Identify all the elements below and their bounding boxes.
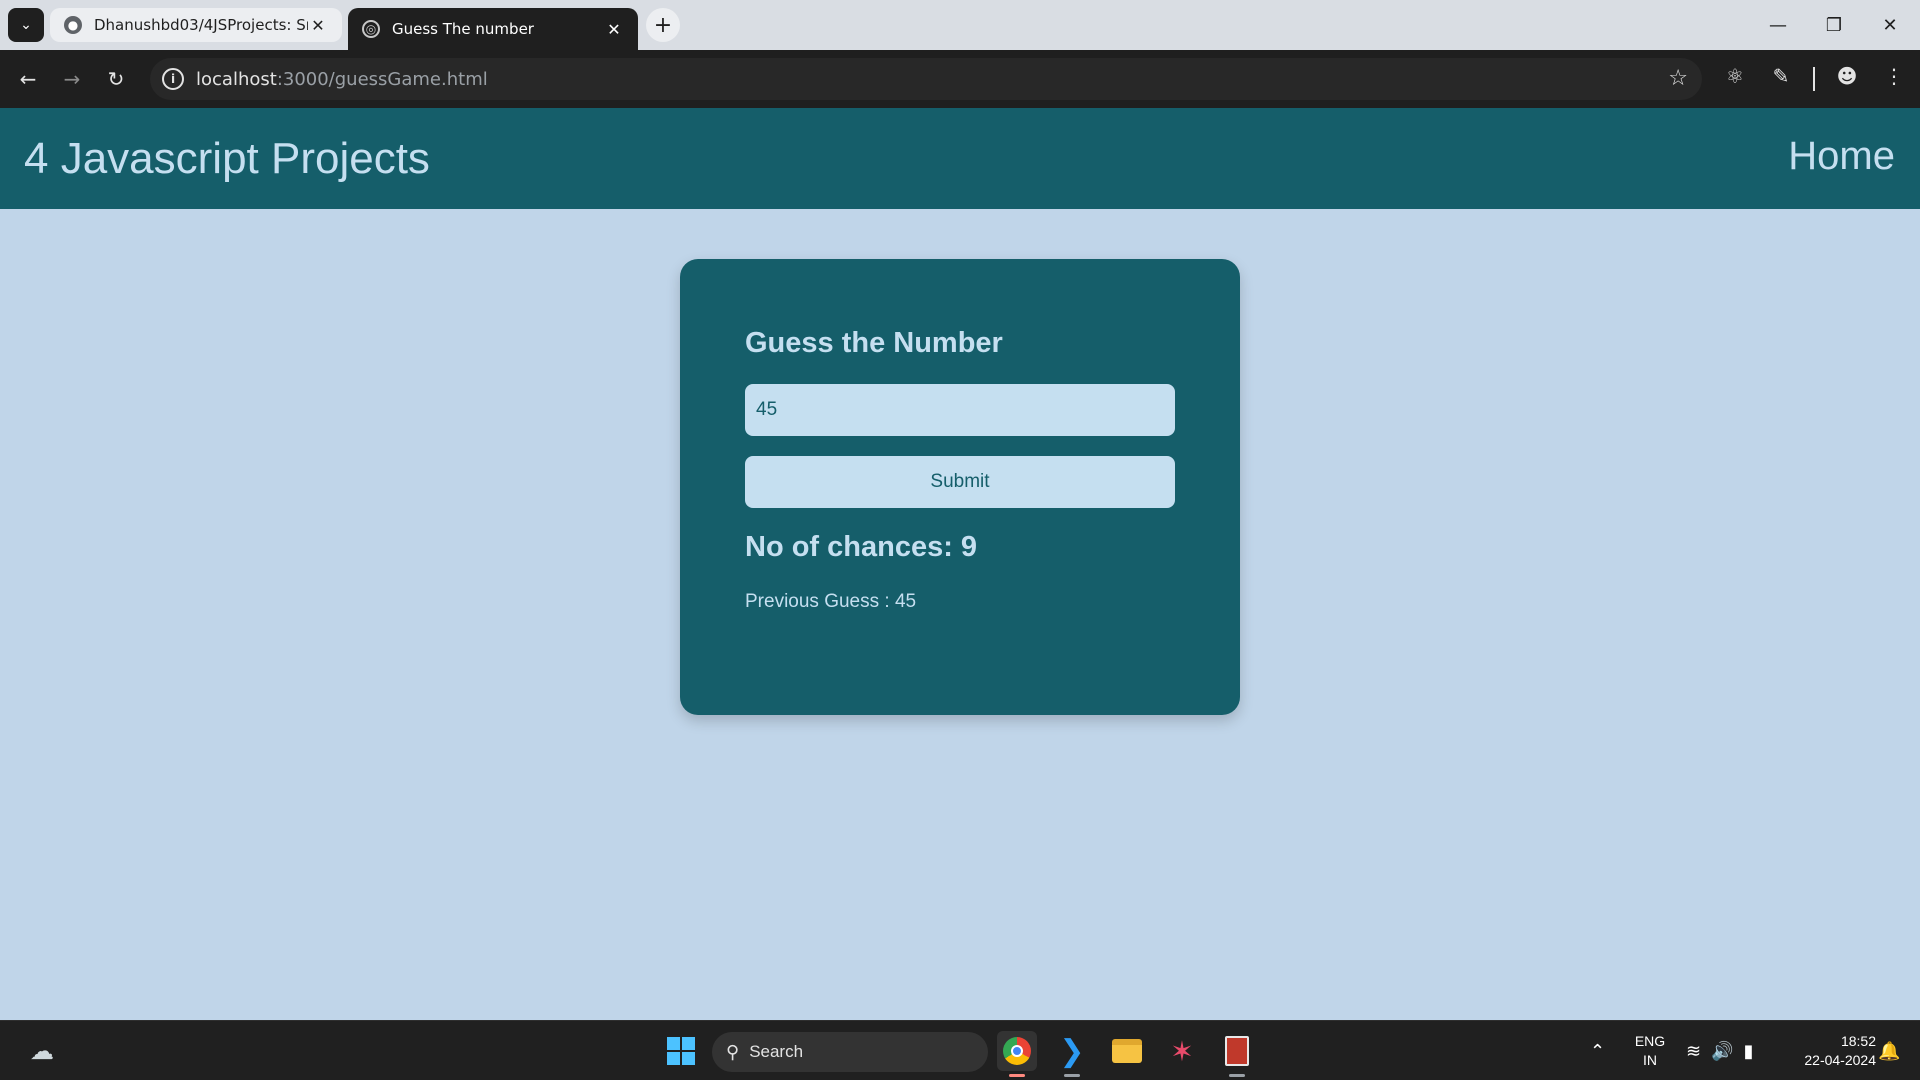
star-app-icon: ✶ xyxy=(1170,1034,1194,1068)
tab-guess-number[interactable]: ◎ Guess The number ✕ xyxy=(348,8,638,50)
tab-github[interactable]: ● Dhanushbd03/4JSProjects: Sm ✕ xyxy=(50,8,342,42)
running-indicator xyxy=(1064,1074,1080,1077)
new-tab-button[interactable]: + xyxy=(646,8,680,42)
running-indicator xyxy=(1009,1074,1025,1077)
taskbar-app-red[interactable] xyxy=(1217,1031,1257,1077)
extensions-icon[interactable]: ✎ xyxy=(1766,64,1796,88)
notification-button[interactable]: 🔔 xyxy=(1878,1021,1900,1080)
taskbar-vscode[interactable]: ❯ xyxy=(1052,1031,1092,1077)
taskbar-file-explorer[interactable] xyxy=(1107,1031,1147,1071)
close-tab-icon[interactable]: ✕ xyxy=(308,16,328,35)
close-tab-icon[interactable]: ✕ xyxy=(604,20,624,39)
lang-top: ENG xyxy=(1634,1033,1666,1049)
reload-button[interactable]: ↻ xyxy=(98,61,134,97)
react-devtools-icon[interactable]: ⚛ xyxy=(1720,64,1750,88)
close-icon: ✕ xyxy=(1882,14,1898,36)
forward-button[interactable]: → xyxy=(54,61,90,97)
clock-date: 22-04-2024 xyxy=(1804,1052,1876,1068)
tab-title: Dhanushbd03/4JSProjects: Sm xyxy=(94,16,308,34)
lang-bottom: IN xyxy=(1643,1052,1657,1068)
submit-button[interactable]: Submit xyxy=(745,456,1175,508)
language-indicator[interactable]: ENG IN xyxy=(1630,1021,1670,1080)
windows-taskbar: ☁ ⚲ Search ❯ ✶ ⌃ ENG IN ≋ 🔊 ▮ 18:52 22-0… xyxy=(0,1020,1920,1080)
taskbar-app-star[interactable]: ✶ xyxy=(1162,1031,1202,1071)
globe-icon: ◎ xyxy=(362,20,380,38)
previous-guess: Previous Guess : 45 xyxy=(745,591,917,612)
clock-time: 18:52 xyxy=(1840,1033,1876,1049)
address-bar[interactable]: i localhost:3000/guessGame.html ☆ xyxy=(150,58,1702,100)
guess-game-card: Guess the Number Submit No of chances: 9… xyxy=(680,259,1240,715)
volume-icon: 🔊 xyxy=(1711,1040,1734,1061)
tab-search-button[interactable]: ⌄ xyxy=(8,8,44,42)
minimize-icon: — xyxy=(1769,14,1787,36)
site-info-icon[interactable]: i xyxy=(162,68,184,90)
close-window-button[interactable]: ✕ xyxy=(1862,0,1918,50)
guess-input[interactable] xyxy=(745,384,1175,436)
site-brand: 4 Javascript Projects xyxy=(24,134,430,183)
profile-icon[interactable]: ☻ xyxy=(1832,64,1862,88)
red-app-icon xyxy=(1225,1036,1249,1066)
chevron-down-icon: ⌄ xyxy=(20,17,32,33)
nav-home-link[interactable]: Home xyxy=(1788,134,1895,179)
bell-icon: 🔔 xyxy=(1878,1040,1901,1061)
taskbar-search[interactable]: ⚲ Search xyxy=(712,1032,988,1072)
browser-tab-strip: ⌄ ● Dhanushbd03/4JSProjects: Sm ✕ ◎ Gues… xyxy=(0,0,1920,50)
windows-logo-icon xyxy=(667,1037,695,1065)
folder-icon xyxy=(1112,1039,1142,1063)
running-indicator xyxy=(1229,1074,1245,1077)
wifi-icon: ≋ xyxy=(1686,1040,1702,1061)
url-text: localhost:3000/guessGame.html xyxy=(196,69,488,90)
reload-icon: ↻ xyxy=(107,67,125,91)
site-navbar: 4 Javascript Projects Home xyxy=(0,108,1920,209)
bookmark-star-icon[interactable]: ☆ xyxy=(1668,66,1688,91)
toolbar-separator xyxy=(1813,67,1815,91)
start-button[interactable] xyxy=(661,1031,701,1071)
search-icon: ⚲ xyxy=(726,1041,740,1062)
tab-title: Guess The number xyxy=(392,20,534,38)
battery-icon: ▮ xyxy=(1743,1040,1754,1061)
menu-kebab-icon[interactable]: ⋮ xyxy=(1879,64,1909,88)
chances-remaining: No of chances: 9 xyxy=(745,531,978,563)
vscode-icon: ❯ xyxy=(1059,1033,1085,1069)
url-path: :3000/guessGame.html xyxy=(276,68,488,90)
chrome-icon xyxy=(1003,1037,1031,1065)
restore-button[interactable]: ❐ xyxy=(1806,0,1862,50)
github-icon: ● xyxy=(64,16,82,34)
arrow-right-icon: → xyxy=(63,67,81,91)
search-label: Search xyxy=(749,1042,804,1061)
weather-cloud-icon: ☁ xyxy=(30,1037,54,1065)
system-tray-icons[interactable]: ≋ 🔊 ▮ xyxy=(1686,1021,1753,1080)
plus-icon: + xyxy=(653,12,673,38)
show-hidden-icons[interactable]: ⌃ xyxy=(1590,1021,1605,1080)
minimize-button[interactable]: — xyxy=(1750,0,1806,50)
browser-toolbar: ← → ↻ i localhost:3000/guessGame.html ☆ … xyxy=(0,50,1920,108)
arrow-left-icon: ← xyxy=(19,67,37,91)
card-title: Guess the Number xyxy=(745,327,1003,359)
url-host: localhost xyxy=(196,68,277,90)
weather-widget[interactable]: ☁ xyxy=(22,1031,62,1071)
clock[interactable]: 18:52 22-04-2024 xyxy=(1780,1021,1876,1080)
back-button[interactable]: ← xyxy=(10,61,46,97)
chevron-up-icon: ⌃ xyxy=(1590,1040,1606,1061)
taskbar-chrome[interactable] xyxy=(997,1031,1037,1077)
restore-icon: ❐ xyxy=(1825,14,1843,36)
